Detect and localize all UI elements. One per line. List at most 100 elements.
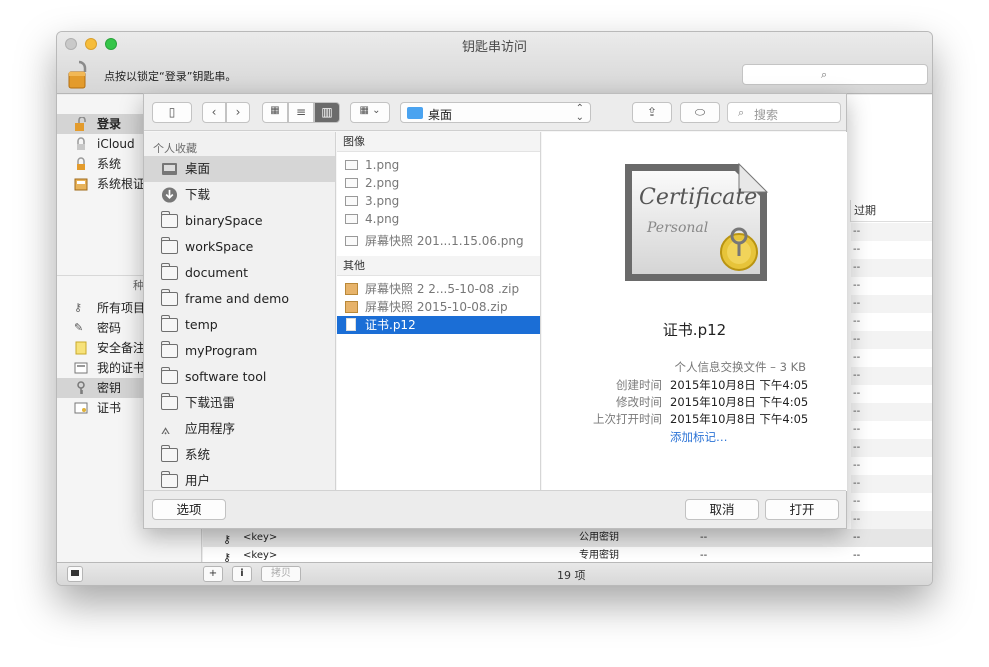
favorites-header: 个人收藏 — [153, 142, 197, 155]
favorite-xunlei[interactable]: 下载迅雷 — [144, 390, 335, 416]
tag-icon: ⬭ — [694, 105, 706, 119]
search-input[interactable]: ⌕ — [742, 64, 928, 85]
sidebar-toggle-button[interactable]: ▯ — [152, 102, 192, 123]
file-item[interactable]: 4.png — [337, 210, 540, 228]
favorite-desktop[interactable]: 桌面 — [144, 156, 335, 182]
favorite-document[interactable]: document — [144, 260, 335, 286]
expires-cell: -- — [853, 352, 861, 363]
favorite-binaryspace[interactable]: binarySpace — [144, 208, 335, 234]
category-label: 我的证书 — [97, 361, 146, 375]
favorite-frame-and-demo[interactable]: frame and demo — [144, 286, 335, 312]
arrange-icon: ▦ ⌄ — [359, 105, 381, 116]
favorite-temp[interactable]: temp — [144, 312, 335, 338]
document-icon — [346, 318, 356, 331]
expires-cell: -- — [853, 460, 861, 471]
favorite-myprogram[interactable]: myProgram — [144, 338, 335, 364]
preview-file-name: 证书.p12 — [662, 321, 727, 339]
open-button[interactable]: 打开 — [765, 499, 839, 520]
view-icons-button[interactable]: ▦ — [262, 102, 288, 123]
arrange-button[interactable]: ▦ ⌄ — [350, 102, 390, 123]
folder-icon — [161, 341, 178, 358]
folder-icon — [161, 289, 178, 306]
table-row[interactable]: ⚷ <key> 公用密钥 -- -- — [203, 529, 932, 547]
tag-button[interactable]: ⬭ — [680, 102, 720, 123]
expires-cell: -- — [853, 244, 861, 255]
category-label: 安全备注 — [97, 341, 146, 355]
folder-icon — [161, 211, 178, 228]
file-item[interactable]: 屏幕快照 2 2...5-10-08 .zip — [337, 280, 540, 298]
applications-icon: ⟑ — [161, 420, 171, 438]
key-date: -- — [700, 532, 708, 543]
image-file-icon — [345, 236, 358, 246]
file-item[interactable]: 屏幕快照 2015-10-08.zip — [337, 298, 540, 316]
keychain-label: 登录 — [97, 117, 122, 131]
view-list-button[interactable]: ≡ — [288, 102, 314, 123]
category-label: 密码 — [97, 321, 122, 335]
preview-file-kind: 个人信息交换文件 – 3 KB — [674, 360, 806, 374]
expires-cell: -- — [851, 295, 932, 313]
modified-label: 修改时间 — [616, 395, 662, 409]
created-value: 2015年10月8日 下午4:05 — [670, 378, 809, 392]
folder-icon — [161, 315, 178, 332]
file-item[interactable]: 1.png — [337, 156, 540, 174]
favorite-label: myProgram — [185, 343, 258, 358]
created-label: 创建时间 — [616, 378, 662, 392]
add-button[interactable]: + — [203, 566, 223, 582]
file-item[interactable]: 2.png — [337, 174, 540, 192]
lock-open-icon[interactable] — [68, 59, 90, 89]
expires-cell: -- — [853, 496, 861, 507]
copy-button[interactable]: 拷贝 — [261, 566, 301, 582]
file-name: 屏幕快照 2 2...5-10-08 .zip — [365, 282, 520, 296]
favorite-workspace[interactable]: workSpace — [144, 234, 335, 260]
show-sidebar-button[interactable] — [67, 566, 83, 582]
lock-open-icon — [75, 117, 86, 131]
favorite-software-tool[interactable]: software tool — [144, 364, 335, 390]
lock-icon — [77, 157, 85, 170]
expires-cell: -- — [853, 388, 861, 399]
file-name: 4.png — [365, 212, 400, 226]
expires-cell: -- — [851, 475, 932, 493]
cancel-button[interactable]: 取消 — [685, 499, 759, 520]
search-field[interactable]: ⌕ 搜索 — [727, 102, 841, 123]
cabinet-icon — [74, 178, 88, 191]
last-opened-value: 2015年10月8日 下午4:05 — [670, 412, 809, 426]
share-icon: ⇪ — [646, 105, 658, 119]
favorite-downloads[interactable]: 下载 — [144, 182, 335, 208]
folder-icon — [161, 263, 178, 280]
location-popup[interactable]: 桌面 ⌃ ⌄ — [400, 102, 591, 123]
category-label: 证书 — [97, 401, 122, 415]
favorite-system[interactable]: 系统 — [144, 442, 335, 468]
file-name: 屏幕快照 201...1.15.06.png — [365, 234, 524, 248]
file-item-selected[interactable]: 证书.p12 — [337, 316, 540, 334]
expires-cell: -- — [851, 511, 932, 529]
forward-button[interactable]: › — [226, 102, 250, 123]
favorite-users[interactable]: 用户 — [144, 468, 335, 491]
title-bar: 钥匙串访问 点按以锁定“登录”钥匙串。 ⌕ — [57, 32, 932, 94]
certificate-icon: Certificate Personal — [625, 162, 769, 281]
share-button[interactable]: ⇪ — [632, 102, 672, 123]
folder-icon — [161, 471, 178, 488]
file-item[interactable]: 3.png — [337, 192, 540, 210]
file-item[interactable]: 屏幕快照 201...1.15.06.png — [337, 232, 540, 250]
view-columns-button[interactable]: ▥ — [314, 102, 340, 123]
file-name: 屏幕快照 2015-10-08.zip — [365, 300, 508, 314]
favorite-applications[interactable]: ⟑ 应用程序 — [144, 416, 335, 442]
chevron-right-icon: › — [235, 105, 241, 119]
options-button[interactable]: 选项 — [152, 499, 226, 520]
key-kind: 公用密钥 — [579, 532, 619, 543]
file-name: 3.png — [365, 194, 400, 208]
all-items-icon: ⚷ — [74, 301, 83, 314]
file-column: 图像 1.png 2.png 3.png 4.png 屏幕快照 201...1.… — [337, 132, 541, 491]
add-tags-link[interactable]: 添加标记… — [670, 429, 728, 445]
dialog-toolbar: ▯ ‹ › ▦ ≡ ▥ ▦ ⌄ 桌面 ⌃ ⌄ ⇪ ⬭ ⌕ 搜索 — [144, 94, 846, 131]
back-button[interactable]: ‹ — [202, 102, 226, 123]
column-header-expires[interactable]: 过期 — [850, 200, 932, 222]
favorite-label: 系统 — [185, 447, 211, 462]
folder-icon — [161, 393, 178, 410]
lock-icon — [77, 137, 85, 150]
info-button[interactable]: i — [232, 566, 252, 582]
favorite-label: document — [185, 265, 249, 280]
grid-icon: ▦ — [270, 105, 280, 116]
favorite-label: temp — [185, 317, 218, 332]
note-icon — [75, 341, 87, 355]
